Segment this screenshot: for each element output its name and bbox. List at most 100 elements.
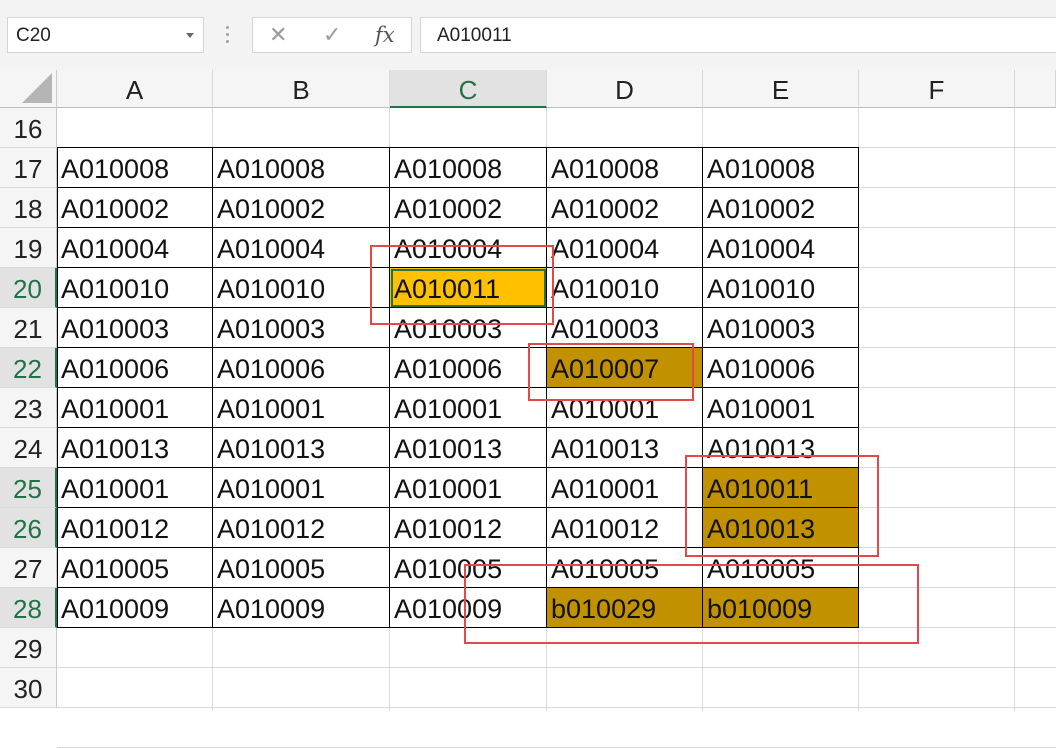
cell-b18[interactable]: A010002 (213, 188, 390, 228)
cell-a30[interactable] (57, 668, 213, 708)
cell-a24[interactable]: A010013 (57, 428, 213, 468)
cell-b30[interactable] (213, 668, 390, 708)
cell-c24[interactable]: A010013 (390, 428, 547, 468)
cell-b29[interactable] (213, 628, 390, 668)
column-header-a[interactable]: A (57, 70, 213, 108)
column-header-e[interactable]: E (703, 70, 859, 108)
row-header-26[interactable]: 26 (0, 508, 57, 548)
cell-d25[interactable]: A010001 (547, 468, 703, 508)
cell-d19[interactable]: A010004 (547, 228, 703, 268)
row-header-21[interactable]: 21 (0, 308, 57, 348)
row-header-28[interactable]: 28 (0, 588, 57, 628)
cell-e30[interactable] (703, 668, 859, 708)
cell-e16[interactable] (703, 108, 859, 148)
cell-a28[interactable]: A010009 (57, 588, 213, 628)
select-all-triangle-icon (22, 73, 52, 103)
cell-a22[interactable]: A010006 (57, 348, 213, 388)
annotation-box-row28 (464, 564, 919, 644)
cell-c22[interactable]: A010006 (390, 348, 547, 388)
cell-d30[interactable] (547, 668, 703, 708)
cell-c18[interactable]: A010002 (390, 188, 547, 228)
cell-e18[interactable]: A010002 (703, 188, 859, 228)
cell-a18[interactable]: A010002 (57, 188, 213, 228)
row-header-20[interactable]: 20 (0, 268, 57, 308)
cell-a21[interactable]: A010003 (57, 308, 213, 348)
cell-b25[interactable]: A010001 (213, 468, 390, 508)
formula-bar-area: C20 ✕ ✓ fx A010011 (0, 0, 1056, 70)
cell-d17[interactable]: A010008 (547, 148, 703, 188)
cell-c25[interactable]: A010001 (390, 468, 547, 508)
cell-b22[interactable]: A010006 (213, 348, 390, 388)
row-header-27[interactable]: 27 (0, 548, 57, 588)
column-header-b[interactable]: B (213, 70, 390, 108)
formula-input[interactable]: A010011 (420, 17, 1056, 53)
cancel-icon[interactable]: ✕ (269, 22, 287, 48)
cell-e23[interactable]: A010001 (703, 388, 859, 428)
cell-a27[interactable]: A010005 (57, 548, 213, 588)
cell-c23[interactable]: A010001 (390, 388, 547, 428)
cell-d16[interactable] (547, 108, 703, 148)
cell-c17[interactable]: A010008 (390, 148, 547, 188)
cell-a23[interactable]: A010001 (57, 388, 213, 428)
annotation-box-e25-e26 (685, 455, 879, 557)
cell-c26[interactable]: A010012 (390, 508, 547, 548)
gridline-vertical (1014, 108, 1015, 711)
row-header-30[interactable]: 30 (0, 668, 57, 708)
row-header-16[interactable]: 16 (0, 108, 57, 148)
cell-a16[interactable] (57, 108, 213, 148)
cell-a19[interactable]: A010004 (57, 228, 213, 268)
row-header-24[interactable]: 24 (0, 428, 57, 468)
cell-b24[interactable]: A010013 (213, 428, 390, 468)
cell-b17[interactable]: A010008 (213, 148, 390, 188)
cell-d18[interactable]: A010002 (547, 188, 703, 228)
row-header-25[interactable]: 25 (0, 468, 57, 508)
insert-function-icon[interactable]: fx (375, 22, 395, 48)
cell-b26[interactable]: A010012 (213, 508, 390, 548)
annotation-box-c20 (370, 245, 554, 325)
column-header-f[interactable]: F (859, 70, 1015, 108)
cell-e20[interactable]: A010010 (703, 268, 859, 308)
name-box[interactable]: C20 (7, 17, 204, 53)
cell-a29[interactable] (57, 628, 213, 668)
enter-icon[interactable]: ✓ (323, 22, 341, 48)
cell-b20[interactable]: A010010 (213, 268, 390, 308)
name-box-value: C20 (16, 25, 51, 46)
cell-d24[interactable]: A010013 (547, 428, 703, 468)
formula-buttons: ✕ ✓ fx (252, 17, 412, 53)
cell-e22[interactable]: A010006 (703, 348, 859, 388)
cell-b21[interactable]: A010003 (213, 308, 390, 348)
cell-c16[interactable] (390, 108, 547, 148)
row-header-29[interactable]: 29 (0, 628, 57, 668)
row-header-17[interactable]: 17 (0, 148, 57, 188)
cell-a20[interactable]: A010010 (57, 268, 213, 308)
cell-d20[interactable]: A010010 (547, 268, 703, 308)
table-left-border (57, 147, 58, 628)
row-header-18[interactable]: 18 (0, 188, 57, 228)
row-header-19[interactable]: 19 (0, 228, 57, 268)
annotation-box-d22 (528, 343, 694, 401)
cell-b23[interactable]: A010001 (213, 388, 390, 428)
cell-b27[interactable]: A010005 (213, 548, 390, 588)
cell-c30[interactable] (390, 668, 547, 708)
chevron-down-icon[interactable] (186, 33, 194, 38)
drag-handle-icon[interactable] (226, 26, 230, 44)
cell-b19[interactable]: A010004 (213, 228, 390, 268)
cell-b16[interactable] (213, 108, 390, 148)
cell-e19[interactable]: A010004 (703, 228, 859, 268)
cell-e17[interactable]: A010008 (703, 148, 859, 188)
cell-d26[interactable]: A010012 (547, 508, 703, 548)
cell-e21[interactable]: A010003 (703, 308, 859, 348)
cell-b28[interactable]: A010009 (213, 588, 390, 628)
cell-a26[interactable]: A010012 (57, 508, 213, 548)
column-header-d[interactable]: D (547, 70, 703, 108)
row-header-22[interactable]: 22 (0, 348, 57, 388)
cell-a25[interactable]: A010001 (57, 468, 213, 508)
cell-a17[interactable]: A010008 (57, 148, 213, 188)
select-all-corner[interactable] (0, 70, 57, 108)
column-header-c[interactable]: C (390, 70, 547, 108)
column-header-g[interactable] (1015, 70, 1056, 108)
formula-value: A010011 (437, 25, 512, 46)
table-top-border (57, 147, 859, 148)
row-header-23[interactable]: 23 (0, 388, 57, 428)
cell-d21[interactable]: A010003 (547, 308, 703, 348)
